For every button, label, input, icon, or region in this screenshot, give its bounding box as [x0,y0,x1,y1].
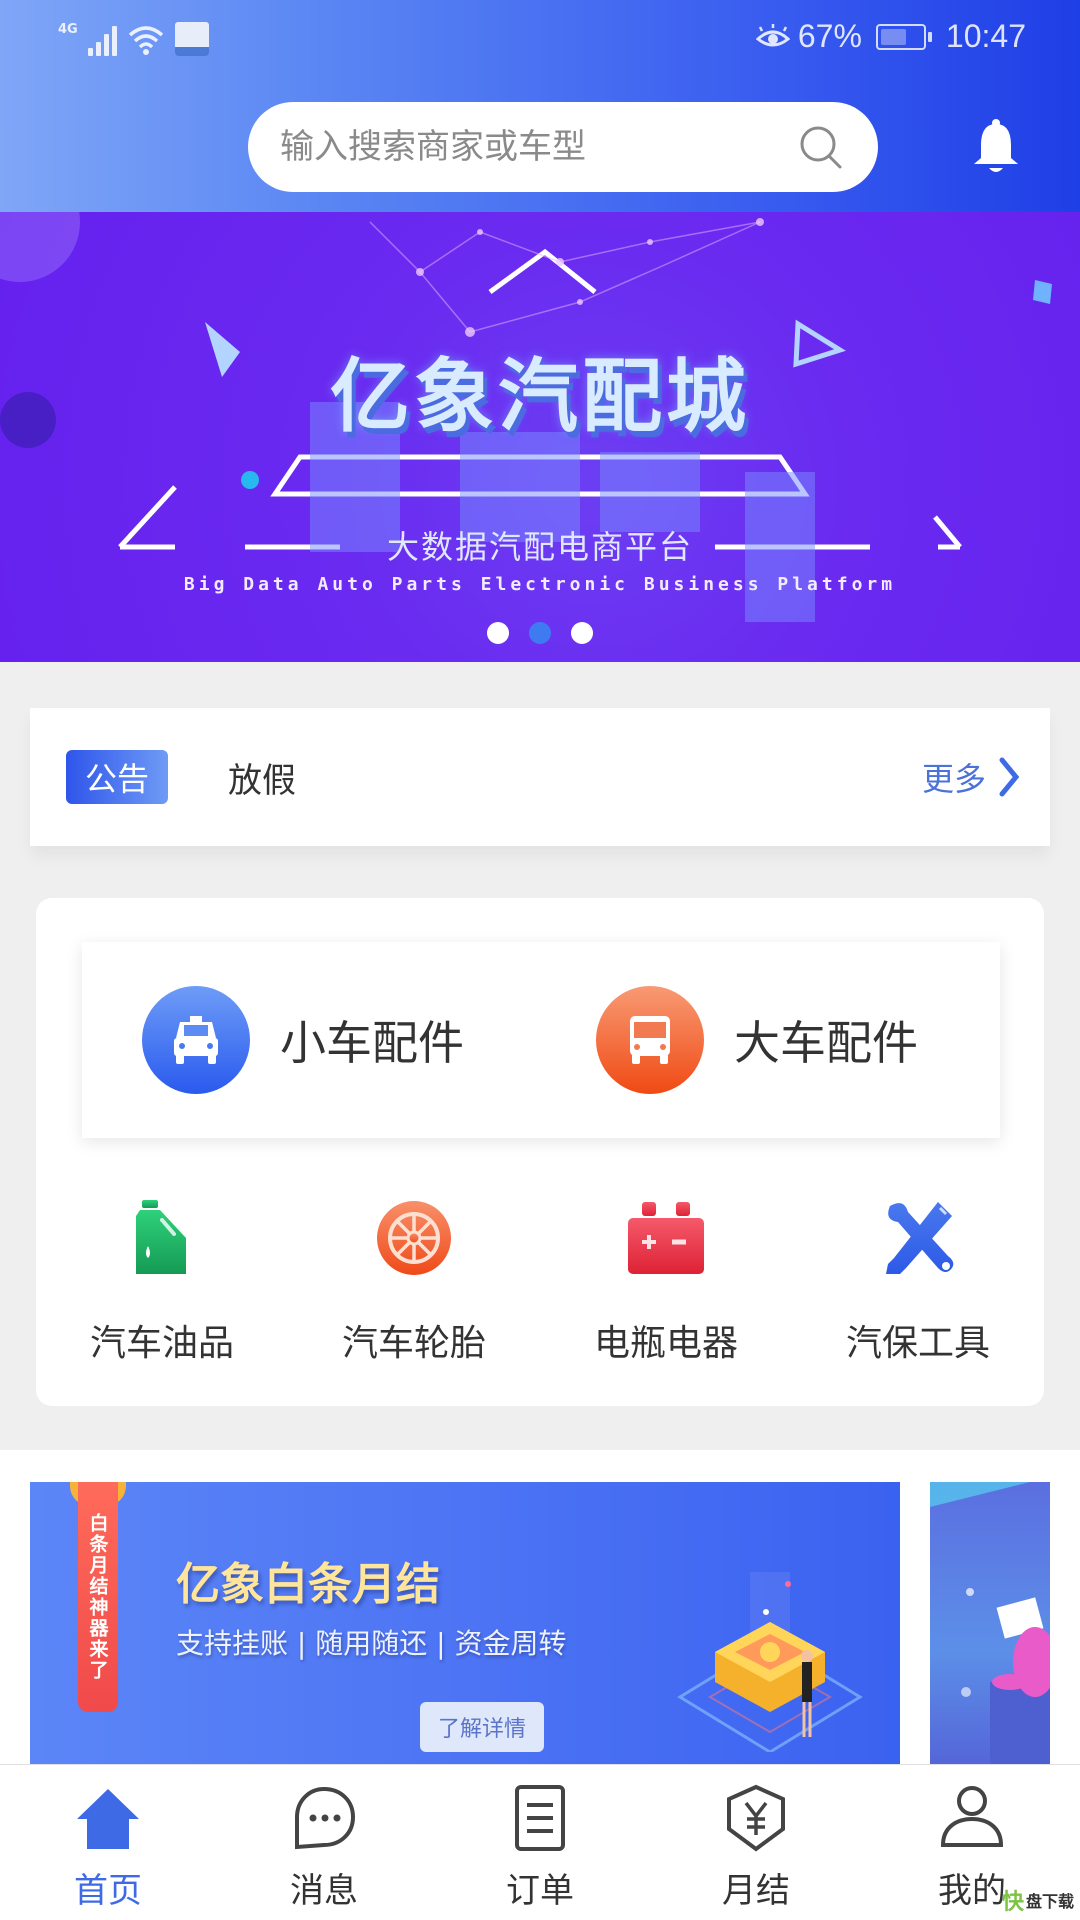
oil-can-icon [122,1198,202,1278]
bottom-navigation: 首页 消息 订单 月结 我的 快 盘下载 [0,1764,1080,1920]
category-label: 大车配件 [734,1016,918,1070]
category-small-car[interactable]: 小车配件 [82,942,546,1138]
battery-icon [626,1198,706,1278]
category-label: 汽保工具 [845,1323,990,1364]
banner-subtitle-en: Big Data Auto Parts Electronic Business … [183,574,897,595]
wifi-icon [128,26,163,55]
signal-icon [87,24,117,56]
secondary-categories: 汽车油品 汽车轮胎 电瓶电器 汽保工具 [36,1198,1044,1366]
tab-label: 我的 [938,1871,1006,1911]
chevron-right-icon [999,757,1020,797]
search-icon[interactable] [798,124,844,170]
tab-monthly-bill[interactable]: 月结 [648,1765,864,1920]
notice-more-link[interactable]: 更多 [922,754,1020,800]
tools-icon [878,1198,958,1278]
profile-icon [940,1786,1004,1847]
search-bar[interactable] [248,102,878,192]
category-label: 小车配件 [280,1016,464,1070]
promo-carousel[interactable]: 白条月结神器来了 亿象白条月结 支持挂账 | 随用随还 | 资金周转 了解详情 [0,1450,1080,1764]
category-oil[interactable]: 汽车油品 [36,1198,288,1366]
banner-carousel[interactable]: 亿象汽配城 大数据汽配电商平台 Big Data Auto Parts Elec… [0,212,1080,662]
notice-bar[interactable]: 公告 放假 更多 [30,708,1050,846]
bus-icon [596,986,704,1094]
watermark-logo: 快 盘下载 [1002,1884,1074,1916]
tab-home[interactable]: 首页 [0,1765,216,1920]
watermark-k: 快 [1001,1890,1024,1915]
header: 4G 67% 10:47 [0,0,1080,212]
category-battery[interactable]: 电瓶电器 [540,1198,792,1366]
category-label: 汽车油品 [89,1323,234,1364]
banner-title: 亿象汽配城 [330,350,750,443]
category-tire[interactable]: 汽车轮胎 [288,1198,540,1366]
tab-orders[interactable]: 订单 [432,1765,648,1920]
tab-messages[interactable]: 消息 [216,1765,432,1920]
order-icon [515,1785,565,1851]
category-tools[interactable]: 汽保工具 [792,1198,1044,1366]
monthly-bill-icon [727,1784,785,1852]
promo-details-button[interactable]: 了解详情 [420,1702,544,1752]
carousel-dot[interactable] [529,622,551,644]
laptop-illustration-icon [930,1482,1050,1764]
app-notification-icon [174,22,209,56]
tire-icon [374,1198,454,1278]
promo-banner[interactable]: 白条月结神器来了 亿象白条月结 支持挂账 | 随用随还 | 资金周转 了解详情 [30,1482,900,1764]
category-label: 电瓶电器 [593,1323,738,1364]
category-card: 小车配件 大车配件 汽车油品 汽车轮胎 电瓶电器 汽保工具 [36,898,1044,1406]
car-icon [142,986,250,1094]
tab-label: 月结 [722,1871,790,1911]
tab-label: 首页 [74,1871,142,1911]
battery-icon [875,23,932,50]
bell-icon[interactable] [970,118,1022,176]
category-label: 汽车轮胎 [341,1323,486,1364]
tab-label: 订单 [506,1871,574,1911]
promo-ribbon: 白条月结神器来了 [78,1482,118,1712]
battery-level [880,28,907,45]
notice-tag: 公告 [66,750,168,804]
carousel-dot[interactable] [571,622,593,644]
tab-label: 消息 [290,1871,358,1911]
coin-illustration-icon [677,1572,863,1752]
message-icon [295,1786,356,1850]
watermark-text: 盘下载 [1025,1892,1074,1911]
network-type: 4G [58,22,78,37]
primary-categories: 小车配件 大车配件 [82,942,1000,1138]
notice-more-label: 更多 [921,760,986,798]
notice-text[interactable]: 放假 [228,753,922,802]
banner-subtitle: 大数据汽配电商平台 [386,528,693,566]
search-input[interactable] [280,127,798,167]
promo-subtitle: 支持挂账 | 随用随还 | 资金周转 [176,1627,567,1660]
clock: 10:47 [945,18,1026,54]
carousel-indicators [0,622,1080,644]
category-big-car[interactable]: 大车配件 [546,942,1000,1138]
promo-banner-next[interactable] [930,1482,1050,1764]
home-icon [77,1789,139,1849]
carousel-dot[interactable] [487,622,509,644]
eye-icon [755,23,790,46]
status-bar: 4G 67% 10:47 [0,0,1080,80]
battery-percent: 67% [797,18,862,54]
promo-title: 亿象白条月结 [176,1559,440,1610]
